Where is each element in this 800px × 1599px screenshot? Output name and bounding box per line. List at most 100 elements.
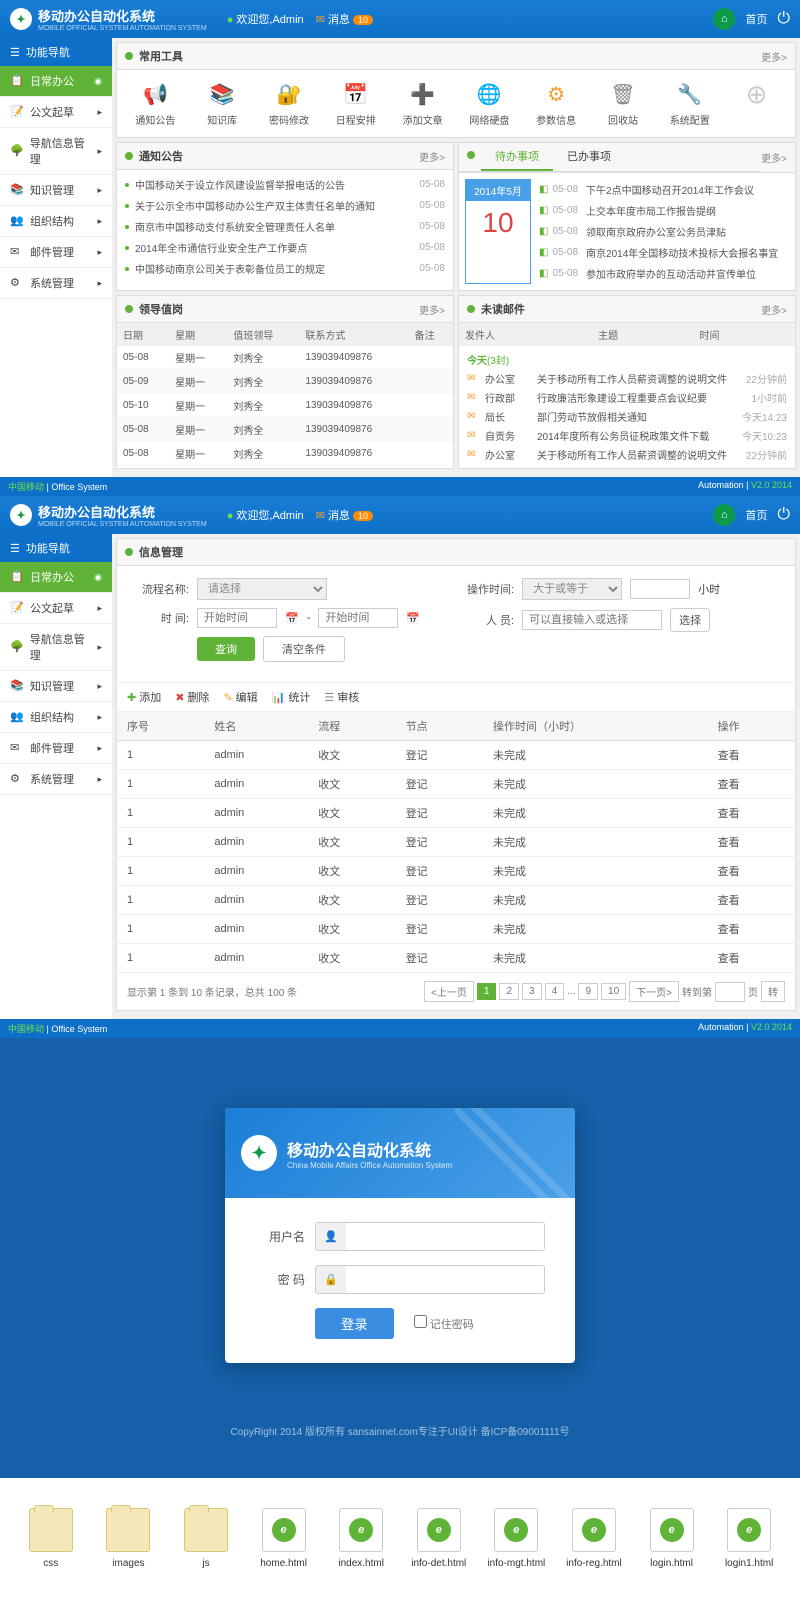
- more-link[interactable]: 更多>: [761, 302, 787, 317]
- power-icon[interactable]: ⏻: [777, 506, 790, 524]
- sidebar-item[interactable]: ⚙系统管理▸: [0, 764, 112, 795]
- home-label[interactable]: 首页: [745, 11, 767, 27]
- tool-item[interactable]: 📢通知公告: [123, 80, 188, 127]
- list-item[interactable]: 中国移动关于设立作风建设监督举报电话的公告05-08: [125, 174, 445, 195]
- mail-item[interactable]: ✉办公室关于移动所有工作人员薪资调整的说明文件22分钟前: [467, 369, 787, 388]
- toolbar-编辑[interactable]: ✎编辑: [223, 689, 257, 705]
- tool-item[interactable]: 🌐网络硬盘: [457, 80, 522, 127]
- sidebar-item[interactable]: ⚙系统管理▸: [0, 268, 112, 299]
- time-start-input[interactable]: [197, 608, 277, 628]
- power-icon[interactable]: ⏻: [777, 10, 790, 28]
- goto-input[interactable]: [715, 982, 745, 1002]
- toolbar-删除[interactable]: ✖删除: [175, 689, 209, 705]
- tool-item[interactable]: ➕添加文章: [390, 80, 455, 127]
- goto-button[interactable]: 转: [761, 981, 785, 1002]
- search-button[interactable]: 查询: [197, 637, 255, 661]
- list-item[interactable]: 中国移动南京公司关于表彰备位员工的规定05-08: [125, 258, 445, 279]
- tool-item[interactable]: 🗑回收站: [591, 80, 656, 127]
- file-item[interactable]: info-det.html: [408, 1508, 470, 1569]
- mail-item[interactable]: ✉办公室关于移动所有工作人员薪资调整的说明文件22分钟前: [467, 445, 787, 464]
- sidebar-item[interactable]: 📝公文起草▸: [0, 593, 112, 624]
- op-select[interactable]: 大于或等于: [522, 578, 622, 600]
- file-item[interactable]: info-reg.html: [563, 1508, 625, 1569]
- home-button[interactable]: ⌂: [713, 504, 735, 526]
- mail-item[interactable]: ✉行政部行政廉洁形象建设工程重要点会议纪要1小时前: [467, 388, 787, 407]
- sidebar-item[interactable]: 👥组织结构▸: [0, 206, 112, 237]
- list-item[interactable]: 南京市中国移动支付系统安全管理责任人名单05-08: [125, 216, 445, 237]
- tool-item[interactable]: 📅日程安排: [323, 80, 388, 127]
- view-link[interactable]: 查看: [708, 886, 795, 915]
- next-page[interactable]: 下一页>: [629, 981, 679, 1002]
- file-item[interactable]: login1.html: [718, 1508, 780, 1569]
- prev-page[interactable]: <上一页: [424, 981, 474, 1002]
- tab-pending[interactable]: 待办事项: [481, 143, 553, 171]
- flow-select[interactable]: 请选择: [197, 578, 327, 600]
- page-button[interactable]: 3: [522, 983, 542, 1000]
- file-item[interactable]: images: [98, 1508, 160, 1569]
- page-button[interactable]: 1: [477, 983, 497, 1000]
- add-tool[interactable]: ⊕: [724, 80, 789, 127]
- sidebar-item[interactable]: ✉邮件管理▸: [0, 733, 112, 764]
- view-link[interactable]: 查看: [708, 857, 795, 886]
- clear-button[interactable]: 清空条件: [263, 636, 345, 662]
- sidebar-item[interactable]: 📝公文起草▸: [0, 97, 112, 128]
- person-input[interactable]: [522, 610, 662, 630]
- page-button[interactable]: 2: [499, 983, 519, 1000]
- page-button[interactable]: 9: [578, 983, 598, 1000]
- view-link[interactable]: 查看: [708, 828, 795, 857]
- sidebar-item[interactable]: 📋日常办公◉: [0, 66, 112, 97]
- more-link[interactable]: 更多>: [419, 302, 445, 317]
- file-item[interactable]: css: [20, 1508, 82, 1569]
- tool-item[interactable]: ⚙参数信息: [524, 80, 589, 127]
- mail-item[interactable]: ✉自贡务2014年度所有公务员征税政策文件下载今天10:23: [467, 426, 787, 445]
- sidebar-item[interactable]: 🌳导航信息管理▸: [0, 128, 112, 175]
- view-link[interactable]: 查看: [708, 915, 795, 944]
- message-link[interactable]: ✉ 消息 10: [316, 507, 373, 523]
- message-link[interactable]: ✉ 消息 10: [316, 11, 373, 27]
- toolbar-添加[interactable]: ✚添加: [127, 689, 161, 705]
- op-hours-input[interactable]: [630, 579, 690, 599]
- tool-item[interactable]: 🔐密码修改: [257, 80, 322, 127]
- list-item[interactable]: ◧05-08参加市政府举办的互动活动并宣传单位: [539, 263, 789, 284]
- file-item[interactable]: index.html: [330, 1508, 392, 1569]
- more-link[interactable]: 更多>: [419, 149, 445, 164]
- sidebar-item[interactable]: 📚知识管理▸: [0, 175, 112, 206]
- sidebar-item[interactable]: 📋日常办公◉: [0, 562, 112, 593]
- list-item[interactable]: ◧05-08上交本年度市局工作报告提纲: [539, 200, 789, 221]
- tool-item[interactable]: 🔧系统配置: [657, 80, 722, 127]
- list-item[interactable]: ◧05-08南京2014年全国移动技术投标大会报名事宜: [539, 242, 789, 263]
- sidebar-item[interactable]: ✉邮件管理▸: [0, 237, 112, 268]
- sidebar-item[interactable]: 🌳导航信息管理▸: [0, 624, 112, 671]
- list-item[interactable]: 关于公示全市中国移动办公生产双主体责任名单的通知05-08: [125, 195, 445, 216]
- tab-done[interactable]: 已办事项: [553, 143, 625, 171]
- page-button[interactable]: 4: [545, 983, 565, 1000]
- home-button[interactable]: ⌂: [713, 8, 735, 30]
- calendar-icon[interactable]: 📅: [285, 612, 299, 625]
- toolbar-统计[interactable]: 📊统计: [272, 689, 311, 705]
- list-item[interactable]: ◧05-08领取南京政府办公室公务员津贴: [539, 221, 789, 242]
- mail-item[interactable]: ✉局长部门劳动节放假相关通知今天14:23: [467, 407, 787, 426]
- view-link[interactable]: 查看: [708, 741, 795, 770]
- time-end-input[interactable]: [318, 608, 398, 628]
- file-item[interactable]: info-mgt.html: [486, 1508, 548, 1569]
- view-link[interactable]: 查看: [708, 770, 795, 799]
- file-item[interactable]: login.html: [641, 1508, 703, 1569]
- file-item[interactable]: js: [175, 1508, 237, 1569]
- view-link[interactable]: 查看: [708, 944, 795, 973]
- list-item[interactable]: 2014年全市通信行业安全生产工作要点05-08: [125, 237, 445, 258]
- tool-item[interactable]: 📚知识库: [190, 80, 255, 127]
- remember-checkbox[interactable]: 记住密码: [414, 1315, 474, 1332]
- sidebar-item[interactable]: 👥组织结构▸: [0, 702, 112, 733]
- username-input[interactable]: [346, 1223, 544, 1250]
- view-link[interactable]: 查看: [708, 799, 795, 828]
- calendar-icon[interactable]: 📅: [406, 612, 420, 625]
- person-select-button[interactable]: 选择: [670, 608, 710, 632]
- login-button[interactable]: 登录: [315, 1308, 394, 1339]
- password-input[interactable]: [346, 1266, 544, 1293]
- file-item[interactable]: home.html: [253, 1508, 315, 1569]
- sidebar-item[interactable]: 📚知识管理▸: [0, 671, 112, 702]
- list-item[interactable]: ◧05-08下午2点中国移动召开2014年工作会议: [539, 179, 789, 200]
- page-button[interactable]: 10: [601, 983, 626, 1000]
- toolbar-审核[interactable]: ☰审核: [324, 689, 359, 705]
- more-link[interactable]: 更多>: [761, 150, 787, 165]
